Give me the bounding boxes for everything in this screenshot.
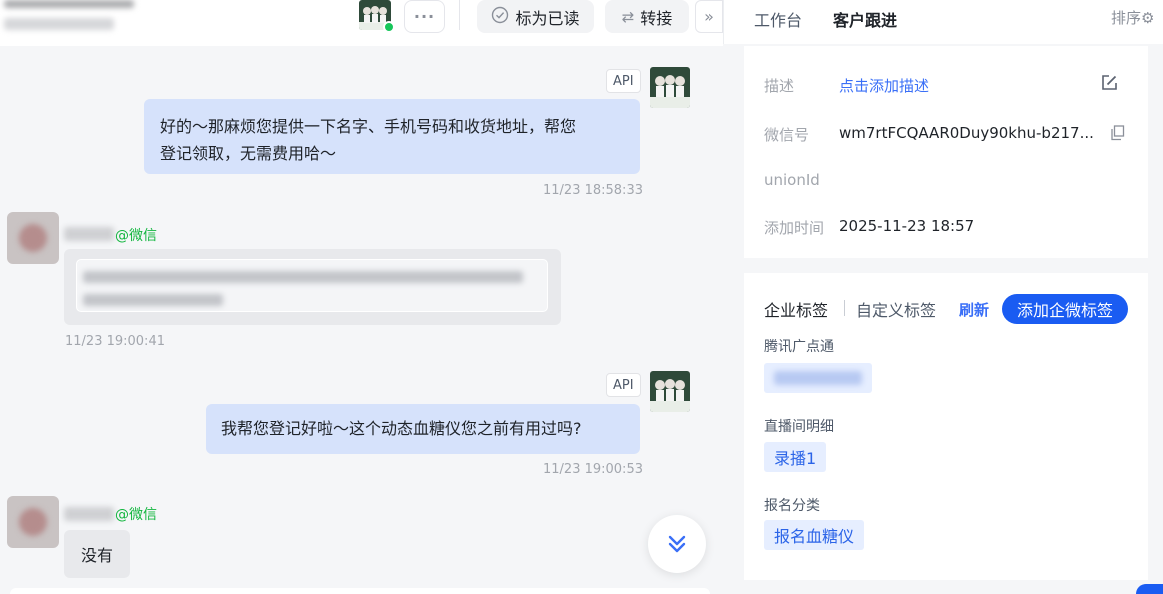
transfer-button[interactable]: ⇄ 转接 [605, 0, 689, 33]
wechat-channel-tag: @微信 [115, 507, 157, 523]
collapse-sidebar-button[interactable]: » [695, 0, 723, 33]
tab-custom-tags[interactable]: 自定义标签 [856, 297, 936, 321]
scroll-to-bottom-button[interactable] [648, 515, 706, 573]
tag-group-title: 直播间明细 [764, 419, 834, 435]
message-timestamp: 11/23 18:58:33 [543, 183, 643, 198]
double-chevron-right-icon: » [704, 7, 714, 26]
customer-name-redacted [64, 507, 114, 521]
online-status-dot [383, 21, 395, 33]
agent-message-avatar [650, 371, 690, 412]
agent-message-avatar [650, 67, 690, 108]
mark-read-label: 标为已读 [515, 8, 580, 28]
redacted-message-content [76, 259, 548, 312]
redacted-line [83, 294, 223, 306]
refresh-link[interactable]: 刷新 [959, 299, 989, 320]
add-description-link[interactable]: 点击添加描述 [839, 75, 929, 96]
more-icon: ··· [413, 7, 436, 26]
chat-pane: ··· 标为已读 ⇄ 转接 API 好的～那麻烦您提供一下名字、手机号码和收货地… [0, 0, 723, 594]
incoming-message[interactable] [64, 249, 561, 325]
chat-header: ··· 标为已读 ⇄ 转接 [0, 0, 723, 46]
message-line: 好的～那麻烦您提供一下名字、手机号码和收货地址，帮您 [160, 117, 577, 136]
check-circle-icon [491, 6, 509, 28]
sidebar-tabs: 工作台 客户跟进 排序⚙ [723, 0, 1163, 44]
tag-tabs-divider [844, 300, 845, 316]
wechat-channel-tag: @微信 [115, 228, 157, 244]
edit-icon[interactable] [1101, 74, 1118, 95]
tag-group-title: 报名分类 [764, 498, 820, 514]
added-time-value: 2025-11-23 18:57 [839, 217, 975, 235]
unionid-label: unionId [764, 171, 820, 189]
copy-icon[interactable] [1110, 125, 1125, 145]
message-timestamp: 11/23 19:00:53 [543, 462, 643, 477]
tag-group-title: 腾讯广点通 [764, 339, 834, 355]
incoming-message[interactable]: 没有 [64, 530, 130, 578]
add-wecom-tag-button[interactable]: 添加企微标签 [1002, 294, 1128, 324]
contact-name-redacted [4, 0, 134, 8]
header-divider [459, 0, 460, 30]
outgoing-message[interactable]: 我帮您登记好啦～这个动态血糖仪您之前有用过吗? [206, 404, 640, 454]
message-input-area[interactable] [10, 588, 710, 594]
tab-workbench[interactable]: 工作台 [754, 7, 802, 31]
wechat-id-label: 微信号 [764, 126, 810, 144]
tag-chip-redacted[interactable] [764, 363, 872, 393]
outgoing-message[interactable]: 好的～那麻烦您提供一下名字、手机号码和收货地址，帮您 登记领取，无需费用哈～ [144, 99, 640, 174]
message-text: 没有 [80, 546, 113, 565]
wechat-id-value: wm7rtFCQAAR0Duy90khu-b217... [839, 124, 1094, 142]
added-time-label: 添加时间 [764, 219, 825, 237]
contact-subtitle-redacted [4, 18, 114, 30]
transfer-label: 转接 [640, 8, 673, 28]
more-button[interactable]: ··· [404, 0, 445, 33]
floating-action-button[interactable] [1136, 584, 1163, 594]
message-timestamp: 11/23 19:00:41 [65, 334, 165, 349]
sort-label: 排序 [1111, 9, 1142, 27]
tag-chip[interactable]: 录播1 [764, 442, 827, 472]
description-label: 描述 [764, 77, 795, 95]
message-text: 我帮您登记好啦～这个动态血糖仪您之前有用过吗? [221, 419, 582, 438]
sort-button[interactable]: 排序⚙ [1111, 7, 1154, 28]
message-line: 登记领取，无需费用哈～ [160, 144, 337, 163]
api-tag: API [606, 373, 641, 397]
double-chevron-down-icon [668, 535, 686, 553]
redacted-line [83, 271, 523, 283]
api-tag: API [606, 69, 641, 93]
customer-avatar[interactable] [7, 496, 59, 548]
customer-name-redacted [64, 227, 114, 241]
mark-read-button[interactable]: 标为已读 [477, 0, 594, 33]
gear-icon: ⚙ [1141, 9, 1155, 27]
tab-enterprise-tags[interactable]: 企业标签 [764, 297, 828, 321]
app-root: ··· 标为已读 ⇄ 转接 API 好的～那麻烦您提供一下名字、手机号码和收货地… [0, 0, 1163, 594]
redacted-tag-text [774, 371, 862, 385]
tag-chip[interactable]: 报名血糖仪 [764, 520, 865, 550]
transfer-arrows-icon: ⇄ [621, 7, 635, 26]
customer-avatar[interactable] [7, 212, 59, 264]
tab-customer-followup[interactable]: 客户跟进 [833, 7, 897, 31]
